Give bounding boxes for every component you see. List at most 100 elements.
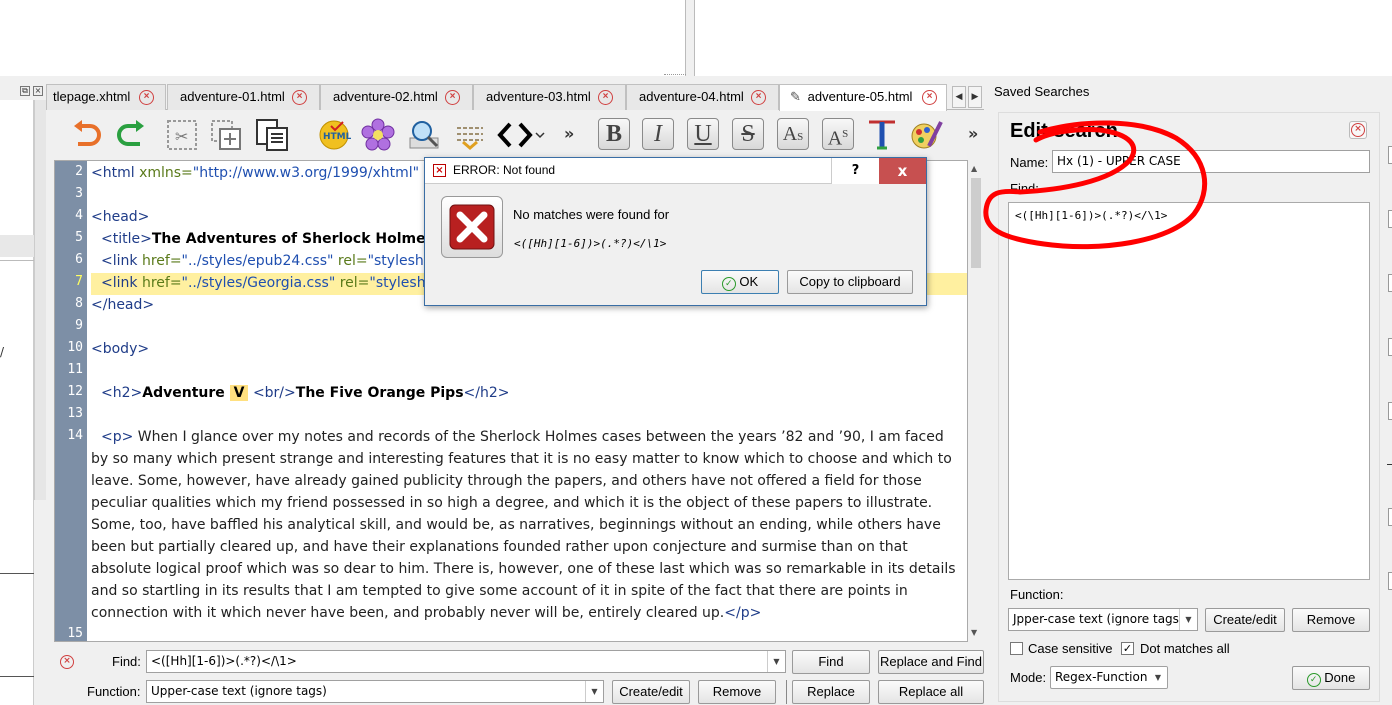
more-format-icon[interactable]: » — [968, 124, 978, 143]
flower-icon[interactable] — [360, 118, 396, 152]
function-select[interactable]: Upper-case text (ignore tags) ▼ — [146, 680, 604, 703]
tab-titlepage[interactable]: tlepage.xhtml × — [46, 84, 166, 110]
preview-icon[interactable] — [406, 118, 442, 152]
tab-scroll-left-icon[interactable]: ◀ — [952, 86, 966, 108]
italic-button[interactable]: I — [642, 118, 674, 150]
create-edit-button[interactable]: Create/edit — [1205, 608, 1285, 632]
tab-close-icon[interactable]: × — [292, 90, 307, 105]
tab-adventure-02[interactable]: adventure-02.html × — [320, 84, 473, 110]
find-input[interactable]: <([Hh][1-6])>(.*?)</\1> ▼ — [146, 650, 786, 673]
more-tools-icon[interactable]: » — [564, 124, 574, 143]
splitter-handle[interactable] — [664, 74, 686, 77]
scroll-up-icon[interactable]: ▲ — [971, 164, 977, 173]
code-value: "http://www.w3.org/1999/xhtml" — [192, 165, 420, 181]
tab-close-icon[interactable]: × — [922, 90, 937, 105]
close-panel-button[interactable]: × — [1349, 121, 1367, 139]
float-dock-button[interactable]: ⧉ — [20, 86, 30, 96]
tab-adventure-03[interactable]: adventure-03.html × — [473, 84, 626, 110]
saved-searches-label: Saved Searches — [994, 84, 1090, 99]
line-number: 7 — [75, 274, 83, 289]
mode-select[interactable]: Regex-Function ▼ — [1050, 666, 1168, 689]
close-findbar-icon[interactable]: × — [60, 655, 74, 669]
red-annotation-circle — [983, 120, 1208, 250]
line-number: 12 — [67, 384, 83, 399]
edge-fragment — [1388, 338, 1392, 356]
replace-all-button[interactable]: Replace all — [878, 680, 984, 704]
close-dock-button[interactable]: × — [33, 86, 43, 96]
paint-icon[interactable] — [908, 118, 944, 152]
line-number: 10 — [67, 340, 83, 355]
error-icon — [441, 196, 503, 258]
code-tag: <link — [101, 275, 142, 291]
replace-and-find-button[interactable]: Replace and Find — [878, 650, 984, 674]
dot-matches-all-checkbox[interactable]: ✓ — [1121, 642, 1134, 655]
help-button[interactable]: ? — [831, 158, 879, 184]
cut-icon[interactable]: ✂ — [164, 118, 200, 152]
html-validate-icon[interactable]: HTML — [316, 118, 352, 152]
left-dock-panel — [0, 100, 34, 705]
check-icon: ✓ — [1306, 673, 1321, 687]
code-tag: <title> — [101, 231, 152, 247]
edge-fragment — [1388, 508, 1392, 526]
remove-button[interactable]: Remove — [698, 680, 776, 704]
code-text: The Adventures of Sherlock Holmes — [151, 231, 434, 247]
error-small-icon: × — [433, 164, 446, 177]
copy-icon[interactable] — [208, 118, 244, 152]
undo-icon[interactable] — [68, 118, 104, 152]
dock-divider — [0, 676, 34, 677]
main-toolbar: ✂ HTML » B I U S AS AS » — [56, 112, 984, 158]
paste-icon[interactable] — [254, 118, 290, 152]
line-number: 8 — [75, 296, 83, 311]
left-dock-scrollbar[interactable] — [34, 100, 46, 500]
text-style-icon[interactable] — [864, 118, 900, 152]
right-edge-panel — [1383, 140, 1392, 705]
function-label: Function: — [1010, 587, 1064, 602]
dialog-close-button[interactable]: x — [879, 158, 926, 184]
code-tag: </h2> — [463, 385, 510, 401]
chevron-down-icon[interactable]: ▼ — [1149, 667, 1167, 688]
ok-button[interactable]: ✓ OK — [701, 270, 779, 294]
chevron-down-icon[interactable]: ▼ — [585, 681, 603, 702]
tab-adventure-04[interactable]: adventure-04.html × — [626, 84, 779, 110]
subscript-button[interactable]: AS — [777, 118, 809, 150]
tab-scroll-right-icon[interactable]: ▶ — [968, 86, 982, 108]
find-button[interactable]: Find — [792, 650, 870, 674]
remove-button[interactable]: Remove — [1292, 608, 1370, 632]
create-edit-button[interactable]: Create/edit — [612, 680, 690, 704]
line-number: 3 — [75, 186, 83, 201]
tab-close-icon[interactable]: × — [598, 90, 613, 105]
strikethrough-button[interactable]: S — [732, 118, 764, 150]
function-select[interactable]: Jpper-case text (ignore tags) ▼ — [1008, 608, 1198, 631]
chevron-down-icon[interactable]: ▼ — [1179, 609, 1197, 630]
tab-close-icon[interactable]: × — [751, 90, 766, 105]
line-number-gutter: 2 3 4 5 6 7 8 9 10 11 12 13 14 15 — [55, 161, 87, 641]
code-tag: <h2> — [101, 385, 143, 401]
bold-button[interactable]: B — [598, 118, 630, 150]
chevron-down-icon[interactable]: ▼ — [767, 651, 785, 672]
spellcheck-icon[interactable] — [452, 118, 488, 152]
dialog-title: ERROR: Not found — [453, 163, 556, 177]
redo-icon[interactable] — [114, 118, 150, 152]
done-label: Done — [1324, 670, 1356, 685]
tab-adventure-05[interactable]: ✎ adventure-05.html × — [779, 84, 947, 111]
dock-divider — [0, 573, 34, 574]
copy-to-clipboard-button[interactable]: Copy to clipboard — [787, 270, 913, 294]
underline-button[interactable]: U — [687, 118, 719, 150]
code-tag: <br/> — [252, 385, 296, 401]
case-sensitive-checkbox[interactable] — [1010, 642, 1023, 655]
code-tag: <link — [101, 253, 142, 269]
superscript-button[interactable]: AS — [822, 118, 854, 150]
tab-close-icon[interactable]: × — [139, 90, 154, 105]
find-textarea[interactable]: <([Hh][1-6])>(.*?)</\1> — [1008, 202, 1370, 580]
scroll-down-icon[interactable]: ▼ — [971, 628, 977, 637]
tab-label: adventure-02.html — [333, 89, 438, 104]
replace-button[interactable]: Replace — [792, 680, 870, 704]
code-view-icon[interactable] — [496, 118, 546, 152]
done-button[interactable]: ✓ Done — [1292, 666, 1370, 690]
tab-adventure-01[interactable]: adventure-01.html × — [167, 84, 320, 110]
dock-selected-row[interactable] — [0, 235, 34, 257]
tab-close-icon[interactable]: × — [445, 90, 460, 105]
line-number: 2 — [75, 164, 83, 179]
tab-label: adventure-01.html — [180, 89, 285, 104]
dialog-titlebar[interactable]: × ERROR: Not found ? x — [425, 158, 926, 184]
